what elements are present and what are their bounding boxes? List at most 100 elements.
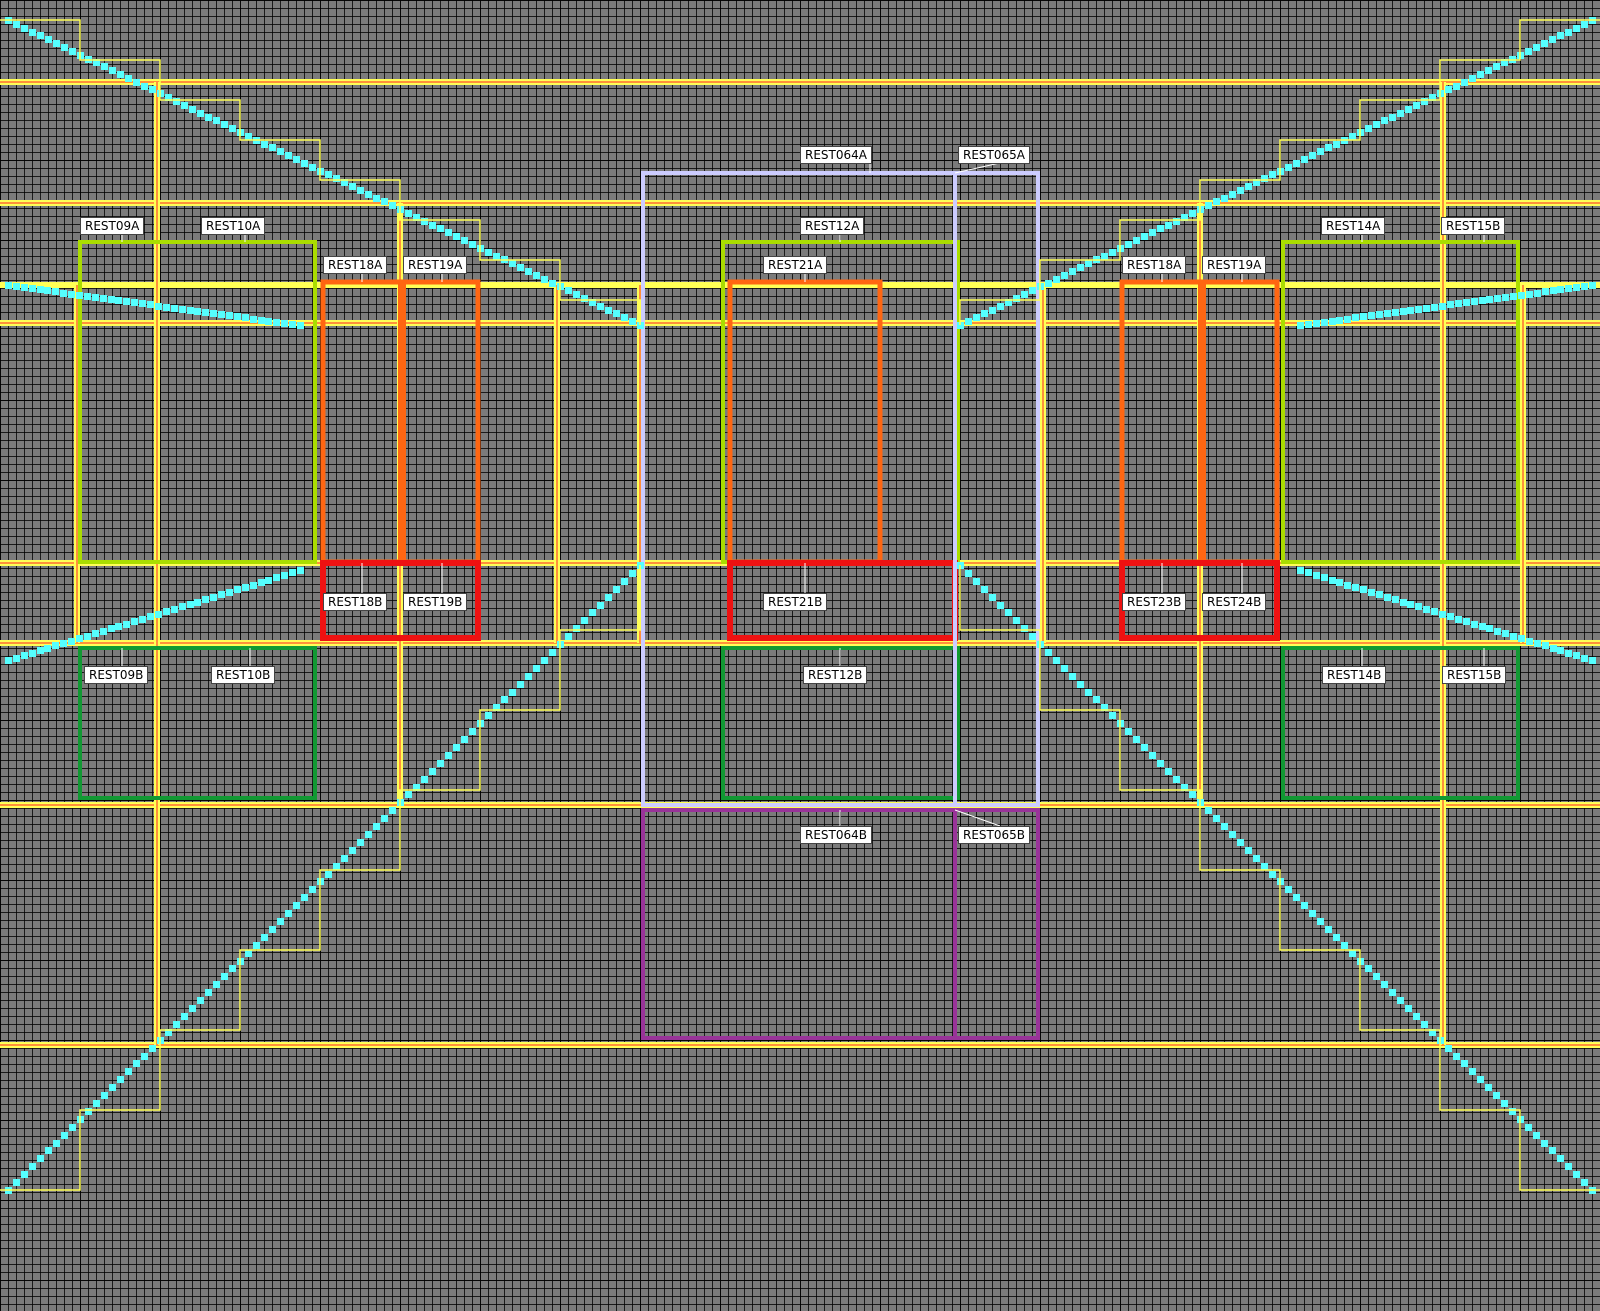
route-top-left-cell <box>133 79 140 86</box>
route-bottom-right-cell <box>1445 1045 1452 1052</box>
route-mid-left-high-cell <box>194 308 201 315</box>
route-mid-left-low-cell <box>194 599 201 606</box>
route-bottom-right-cell <box>1509 1108 1516 1115</box>
label-rest23b[interactable]: REST23B <box>1122 593 1187 611</box>
route-bottom-right-cell <box>1077 681 1084 688</box>
route-bottom-left-cell <box>597 602 604 609</box>
route-top-left-cell <box>293 156 300 163</box>
route-mid-right-low-cell <box>1463 618 1470 625</box>
route-bottom-left-cell <box>69 1124 76 1131</box>
route-bottom-right-cell <box>1493 1092 1500 1099</box>
label-rest21b[interactable]: REST21B <box>763 593 828 611</box>
route-top-left-cell <box>29 29 36 36</box>
label-rest19a-left[interactable]: REST19A <box>403 256 468 274</box>
route-mid-right-low-cell <box>1526 638 1533 645</box>
route-mid-left-high-cell <box>84 293 91 300</box>
route-mid-left-low-cell <box>218 591 225 598</box>
route-mid-right-low-cell <box>1581 655 1588 662</box>
route-mid-right-low-cell <box>1360 586 1367 593</box>
route-mid-left-low-cell <box>281 572 288 579</box>
label-rest15b-bottom[interactable]: REST15B <box>1442 666 1507 684</box>
route-bottom-left-cell <box>605 594 612 601</box>
route-top-left-cell <box>381 198 388 205</box>
route-bottom-left-cell <box>565 633 572 640</box>
route-bottom-right-cell <box>1061 665 1068 672</box>
route-bottom-left-cell <box>93 1100 100 1107</box>
route-mid-right-low-cell <box>1376 591 1383 598</box>
route-mid-right-low-cell <box>1486 625 1493 632</box>
route-bottom-right-cell <box>1189 791 1196 798</box>
route-mid-left-low-cell <box>123 621 130 628</box>
route-mid-right-high-cell <box>1542 288 1549 295</box>
route-top-right-cell <box>1245 183 1252 190</box>
route-mid-right-low-cell <box>1542 642 1549 649</box>
label-rest19a-right[interactable]: REST19A <box>1202 256 1267 274</box>
route-mid-left-high-cell <box>289 321 296 328</box>
route-mid-left-high-cell <box>163 304 170 311</box>
route-bottom-left-cell <box>37 1155 44 1162</box>
route-top-right-cell <box>1021 291 1028 298</box>
route-top-left-cell <box>213 117 220 124</box>
label-rest14a[interactable]: REST14A <box>1321 217 1386 235</box>
route-bottom-right-cell <box>1469 1068 1476 1075</box>
label-rest24b[interactable]: REST24B <box>1202 593 1267 611</box>
route-mid-right-low-cell <box>1557 647 1564 654</box>
route-mid-left-low-cell <box>147 613 154 620</box>
label-rest12b[interactable]: REST12B <box>803 666 868 684</box>
route-top-left-cell <box>373 195 380 202</box>
route-bottom-left-cell <box>621 578 628 585</box>
route-bottom-left-cell <box>421 776 428 783</box>
route-top-left-cell <box>573 291 580 298</box>
label-rest18a-right[interactable]: REST18A <box>1122 256 1187 274</box>
route-top-right-cell <box>1141 233 1148 240</box>
route-top-left-cell <box>389 202 396 209</box>
route-top-left-cell <box>301 160 308 167</box>
route-bottom-right-cell <box>1581 1179 1588 1186</box>
route-mid-right-high-cell <box>1329 318 1336 325</box>
route-bottom-right-cell <box>1341 942 1348 949</box>
route-top-left-cell <box>541 276 548 283</box>
route-bottom-left-cell <box>149 1045 156 1052</box>
route-bottom-right-cell <box>1285 886 1292 893</box>
label-rest18b[interactable]: REST18B <box>323 593 388 611</box>
route-bottom-right-cell <box>997 602 1004 609</box>
label-rest064a[interactable]: REST064A <box>800 146 872 164</box>
route-mid-right-high-cell <box>1392 309 1399 316</box>
route-mid-left-low-cell <box>60 640 67 647</box>
route-mid-left-low-cell <box>226 589 233 596</box>
label-rest10b[interactable]: REST10B <box>211 666 276 684</box>
route-mid-left-low-cell <box>258 579 265 586</box>
route-mid-left-high-cell <box>52 288 59 295</box>
label-rest19b[interactable]: REST19B <box>403 593 468 611</box>
label-rest064b[interactable]: REST064B <box>800 826 873 844</box>
route-mid-right-high-cell <box>1313 320 1320 327</box>
route-top-right-cell <box>1133 237 1140 244</box>
route-bottom-left-cell <box>469 728 476 735</box>
route-mid-right-low-cell <box>1565 650 1572 657</box>
route-mid-left-low-cell <box>68 638 75 645</box>
route-top-right-cell <box>1325 144 1332 151</box>
label-rest09a[interactable]: REST09A <box>80 217 145 235</box>
route-top-left-cell <box>141 83 148 90</box>
label-rest09b[interactable]: REST09B <box>84 666 149 684</box>
label-leader-23 <box>954 809 1001 827</box>
label-rest065a[interactable]: REST065A <box>958 146 1030 164</box>
route-top-right-cell <box>1573 25 1580 32</box>
label-rest14b[interactable]: REST14B <box>1322 666 1387 684</box>
label-rest12a[interactable]: REST12A <box>800 217 865 235</box>
route-bottom-right-cell <box>1397 997 1404 1004</box>
label-rest15b-top[interactable]: REST15B <box>1441 217 1506 235</box>
route-bottom-right-cell <box>1029 633 1036 640</box>
route-top-right-cell <box>1085 260 1092 267</box>
label-rest065b[interactable]: REST065B <box>958 826 1031 844</box>
route-mid-left-high-cell <box>281 320 288 327</box>
route-bottom-right-cell <box>1333 934 1340 941</box>
route-mid-left-high-cell <box>37 286 44 293</box>
route-bottom-right-cell <box>1013 617 1020 624</box>
label-rest21a[interactable]: REST21A <box>763 256 828 274</box>
label-rest18a-left[interactable]: REST18A <box>323 256 388 274</box>
label-rest10a[interactable]: REST10A <box>201 217 266 235</box>
route-mid-right-low-cell <box>1471 621 1478 628</box>
route-mid-right-low-cell <box>1352 584 1359 591</box>
route-mid-right-high-cell <box>1447 301 1454 308</box>
